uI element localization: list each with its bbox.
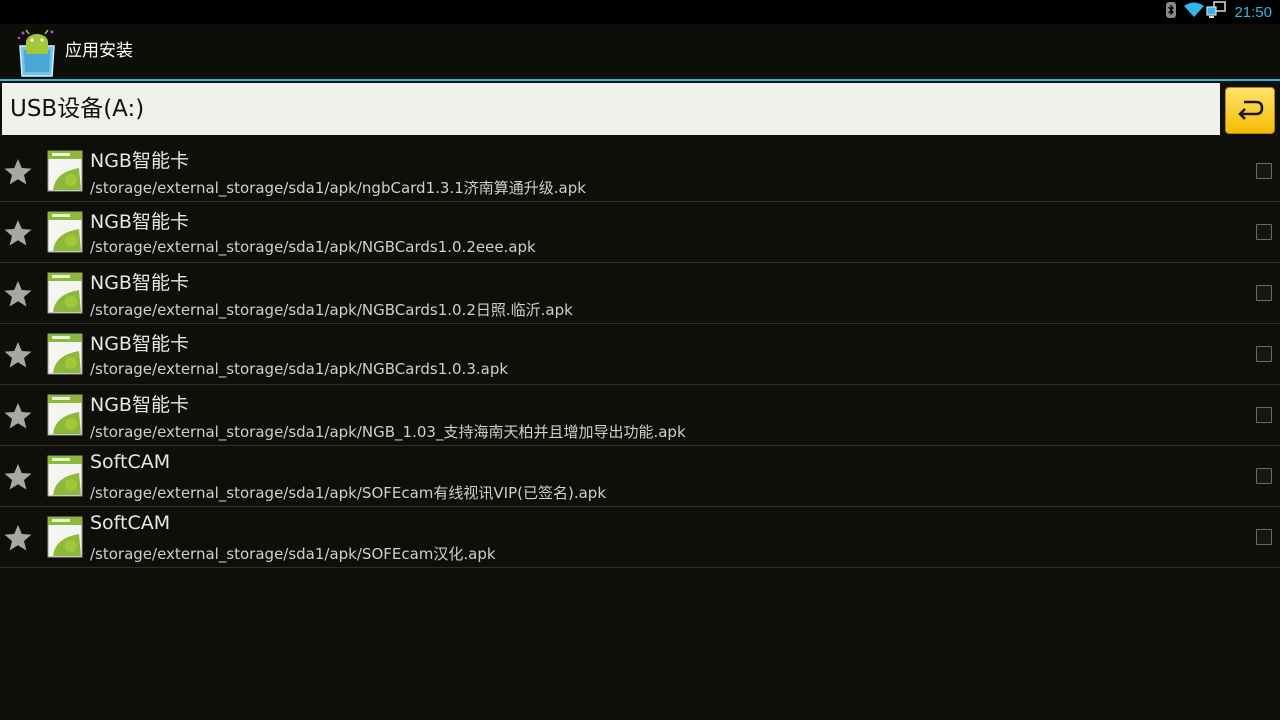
apk-file-icon (47, 516, 83, 558)
apk-path: /storage/external_storage/sda1/apk/SOFEc… (90, 484, 607, 502)
app-name: SoftCAM (90, 512, 171, 534)
select-checkbox[interactable] (1256, 407, 1272, 423)
select-checkbox[interactable] (1256, 468, 1272, 484)
page-title: 应用安装 (65, 41, 133, 61)
select-checkbox[interactable] (1256, 529, 1272, 545)
bluetooth-icon (1166, 2, 1177, 22)
star-icon[interactable] (3, 523, 33, 553)
list-item[interactable]: SoftCAM /storage/external_storage/sda1/a… (0, 507, 1280, 568)
apk-file-icon (47, 272, 83, 314)
apk-file-icon (47, 455, 83, 497)
star-icon[interactable] (3, 279, 33, 309)
apk-path: /storage/external_storage/sda1/apk/NGBCa… (90, 238, 536, 256)
apk-file-icon (47, 333, 83, 375)
star-icon[interactable] (3, 340, 33, 370)
list-item[interactable]: NGB智能卡 /storage/external_storage/sda1/ap… (0, 324, 1280, 385)
wifi-icon (1184, 2, 1205, 22)
list-item[interactable]: NGB智能卡 /storage/external_storage/sda1/ap… (0, 263, 1280, 324)
apk-path: /storage/external_storage/sda1/apk/NGB_1… (90, 423, 686, 441)
select-checkbox[interactable] (1256, 163, 1272, 179)
select-checkbox[interactable] (1256, 224, 1272, 240)
app-name: NGB智能卡 (90, 394, 189, 416)
apk-file-icon (47, 150, 83, 192)
status-bar: 21:50 (0, 0, 1280, 24)
android-app-installer-icon[interactable] (14, 28, 60, 78)
back-arrow-icon (1236, 98, 1264, 124)
app-name: NGB智能卡 (90, 333, 189, 355)
star-icon[interactable] (3, 157, 33, 187)
select-checkbox[interactable] (1256, 346, 1272, 362)
app-name: NGB智能卡 (90, 272, 189, 294)
select-checkbox[interactable] (1256, 285, 1272, 301)
star-icon[interactable] (3, 401, 33, 431)
apk-path: /storage/external_storage/sda1/apk/NGBCa… (90, 360, 509, 378)
app-name: SoftCAM (90, 451, 171, 473)
apk-list: NGB智能卡 /storage/external_storage/sda1/ap… (0, 141, 1280, 568)
apk-file-icon (47, 394, 83, 436)
list-item[interactable]: SoftCAM /storage/external_storage/sda1/a… (0, 446, 1280, 507)
list-item[interactable]: NGB智能卡 /storage/external_storage/sda1/ap… (0, 385, 1280, 446)
network-icon (1206, 1, 1227, 23)
back-button[interactable] (1225, 87, 1275, 134)
app-name: NGB智能卡 (90, 211, 189, 233)
app-name: NGB智能卡 (90, 150, 189, 172)
action-bar: 应用安装 (0, 24, 1280, 81)
status-time: 21:50 (1234, 3, 1272, 21)
apk-path: /storage/external_storage/sda1/apk/NGBCa… (90, 301, 573, 319)
star-icon[interactable] (3, 462, 33, 492)
list-item[interactable]: NGB智能卡 /storage/external_storage/sda1/ap… (0, 202, 1280, 263)
current-path-field: USB设备(A:) (2, 83, 1220, 135)
apk-path: /storage/external_storage/sda1/apk/SOFEc… (90, 545, 496, 563)
apk-path: /storage/external_storage/sda1/apk/ngbCa… (90, 179, 586, 197)
status-icons: 21:50 (1166, 0, 1280, 24)
star-icon[interactable] (3, 218, 33, 248)
apk-file-icon (47, 211, 83, 253)
list-item[interactable]: NGB智能卡 /storage/external_storage/sda1/ap… (0, 141, 1280, 202)
